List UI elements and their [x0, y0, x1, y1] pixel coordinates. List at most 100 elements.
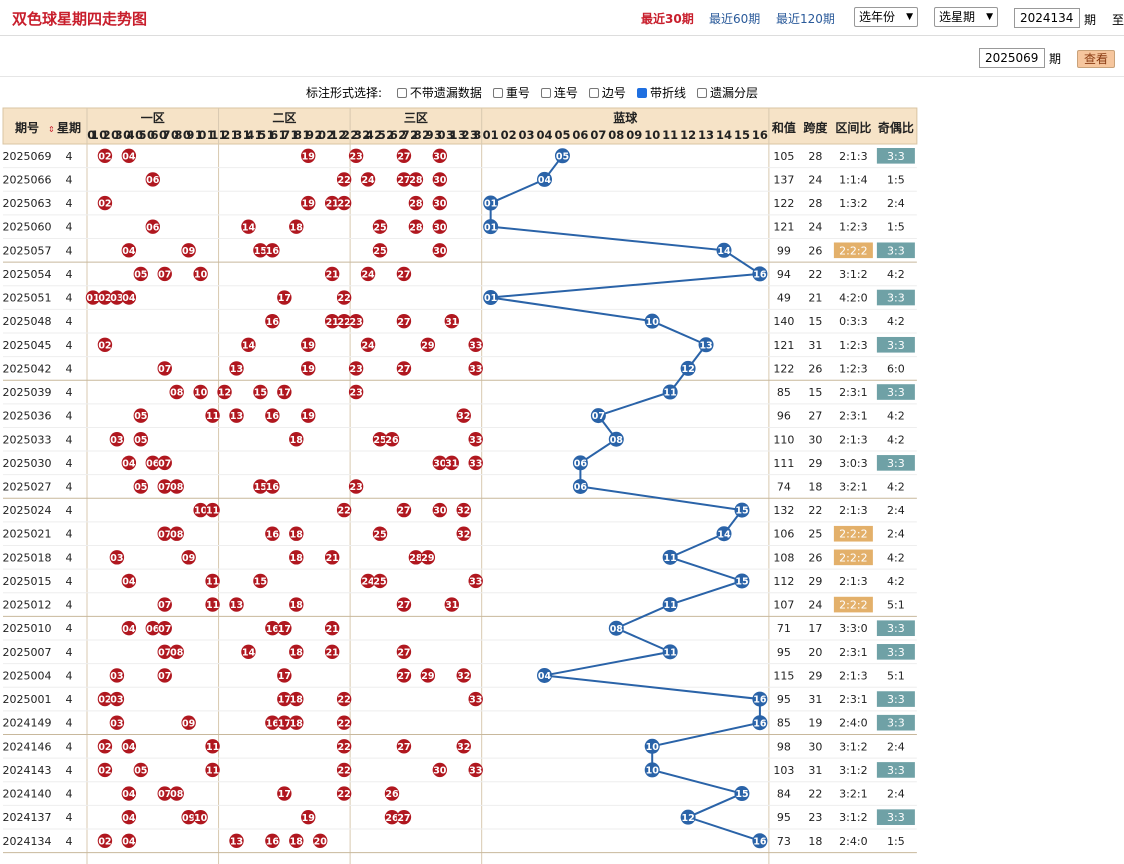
red-ball-number: 16	[266, 317, 280, 328]
red-ball-number: 14	[242, 222, 256, 233]
row-stat: 26	[808, 244, 822, 257]
zone-label: 三区	[404, 111, 428, 125]
blue-ball-number: 12	[681, 364, 694, 375]
row-period: 2025036	[3, 410, 52, 423]
row-stat: 3:3	[887, 717, 905, 730]
row-stat: 3:3	[887, 339, 905, 352]
red-ball-number: 04	[122, 789, 136, 800]
blue-number-header: 07	[590, 128, 606, 142]
red-ball-number: 21	[326, 647, 339, 658]
blue-ball-number: 01	[484, 199, 497, 210]
row-stat: 85	[777, 717, 791, 730]
row-stat: 22	[808, 788, 822, 801]
red-ball-number: 25	[373, 246, 386, 257]
row-weekday: 4	[66, 457, 73, 470]
red-ball-number: 28	[409, 175, 423, 186]
red-ball-number: 10	[194, 388, 208, 399]
row-stat: 115	[773, 669, 794, 682]
blue-ball-number: 11	[664, 553, 677, 564]
red-ball-number: 11	[206, 411, 219, 422]
header-stat: 和值	[771, 120, 796, 135]
row-stat: 21	[808, 292, 822, 305]
red-ball-number: 17	[278, 789, 291, 800]
header-stat: 奇偶比	[878, 120, 914, 135]
red-number-header: 05	[135, 128, 147, 142]
row-weekday: 4	[66, 835, 73, 848]
row-stat: 99	[777, 244, 791, 257]
row-weekday: 4	[66, 433, 73, 446]
row-weekday: 4	[66, 221, 73, 234]
red-ball-number: 30	[433, 151, 447, 162]
row-stat: 4:2:0	[839, 292, 867, 305]
row-stat: 30	[808, 433, 822, 446]
row-stat: 3:1:2	[839, 811, 867, 824]
red-number-header: 06	[147, 128, 159, 142]
row-stat: 6:0	[887, 362, 905, 375]
red-ball-number: 06	[146, 175, 160, 186]
red-ball-number: 33	[469, 435, 482, 446]
row-weekday: 4	[66, 292, 73, 305]
red-ball-number: 16	[266, 836, 280, 847]
row-stat: 2:4	[887, 528, 905, 541]
red-ball-number: 31	[445, 458, 458, 469]
red-number-header: 07	[159, 128, 171, 142]
row-weekday: 4	[66, 669, 73, 682]
row-stat: 96	[777, 410, 791, 423]
red-ball-number: 16	[266, 246, 280, 257]
row-weekday: 4	[66, 528, 73, 541]
blue-ball-number: 11	[664, 388, 677, 399]
row-stat: 1:2:3	[839, 362, 867, 375]
row-period: 2025004	[3, 669, 52, 682]
row-period: 2025027	[3, 480, 52, 493]
red-ball-number: 07	[158, 270, 171, 281]
red-ball-number: 27	[397, 813, 410, 824]
row-stat: 95	[777, 811, 791, 824]
row-stat: 122	[773, 362, 794, 375]
red-ball-number: 25	[373, 222, 386, 233]
row-period: 2024149	[3, 717, 52, 730]
red-ball-number: 10	[194, 813, 208, 824]
red-number-header: 16	[267, 128, 279, 142]
red-ball-number: 11	[206, 506, 219, 517]
red-ball-number: 30	[433, 246, 447, 257]
red-ball-number: 05	[134, 435, 147, 446]
red-ball-number: 13	[230, 836, 243, 847]
row-stat: 31	[808, 339, 822, 352]
red-ball-number: 19	[302, 199, 315, 210]
row-stat: 18	[808, 835, 822, 848]
red-ball-number: 18	[290, 553, 304, 564]
red-ball-number: 22	[338, 293, 351, 304]
red-ball-number: 33	[469, 340, 482, 351]
row-period: 2025021	[3, 528, 52, 541]
row-stat: 1:5	[887, 221, 905, 234]
red-number-header: 13	[231, 128, 243, 142]
red-ball-number: 14	[242, 340, 256, 351]
red-number-header: 23	[350, 128, 362, 142]
row-stat: 2:4	[887, 740, 905, 753]
row-period: 2025066	[3, 173, 52, 186]
row-period: 2025039	[3, 386, 52, 399]
row-stat: 3:1:2	[839, 740, 867, 753]
blue-ball-number: 07	[592, 411, 605, 422]
row-weekday: 4	[66, 811, 73, 824]
row-stat: 4:2	[887, 480, 905, 493]
row-stat: 28	[808, 197, 822, 210]
red-ball-number: 27	[397, 317, 410, 328]
red-ball-number: 19	[302, 411, 315, 422]
row-weekday: 4	[66, 504, 73, 517]
blue-number-header: 10	[644, 128, 660, 142]
blue-ball-number: 15	[735, 506, 748, 517]
row-stat: 105	[773, 150, 794, 163]
row-stat: 2:4	[887, 788, 905, 801]
red-ball-number: 13	[230, 411, 243, 422]
row-stat: 84	[777, 788, 791, 801]
red-ball-number: 03	[110, 435, 123, 446]
row-weekday: 4	[66, 197, 73, 210]
row-stat: 49	[777, 292, 791, 305]
blue-ball-number: 06	[574, 482, 588, 493]
red-number-header: 24	[362, 128, 374, 142]
red-ball-number: 27	[397, 742, 410, 753]
red-ball-number: 03	[110, 553, 123, 564]
header-weekday: 星期	[57, 120, 81, 135]
red-ball-number: 15	[254, 388, 267, 399]
